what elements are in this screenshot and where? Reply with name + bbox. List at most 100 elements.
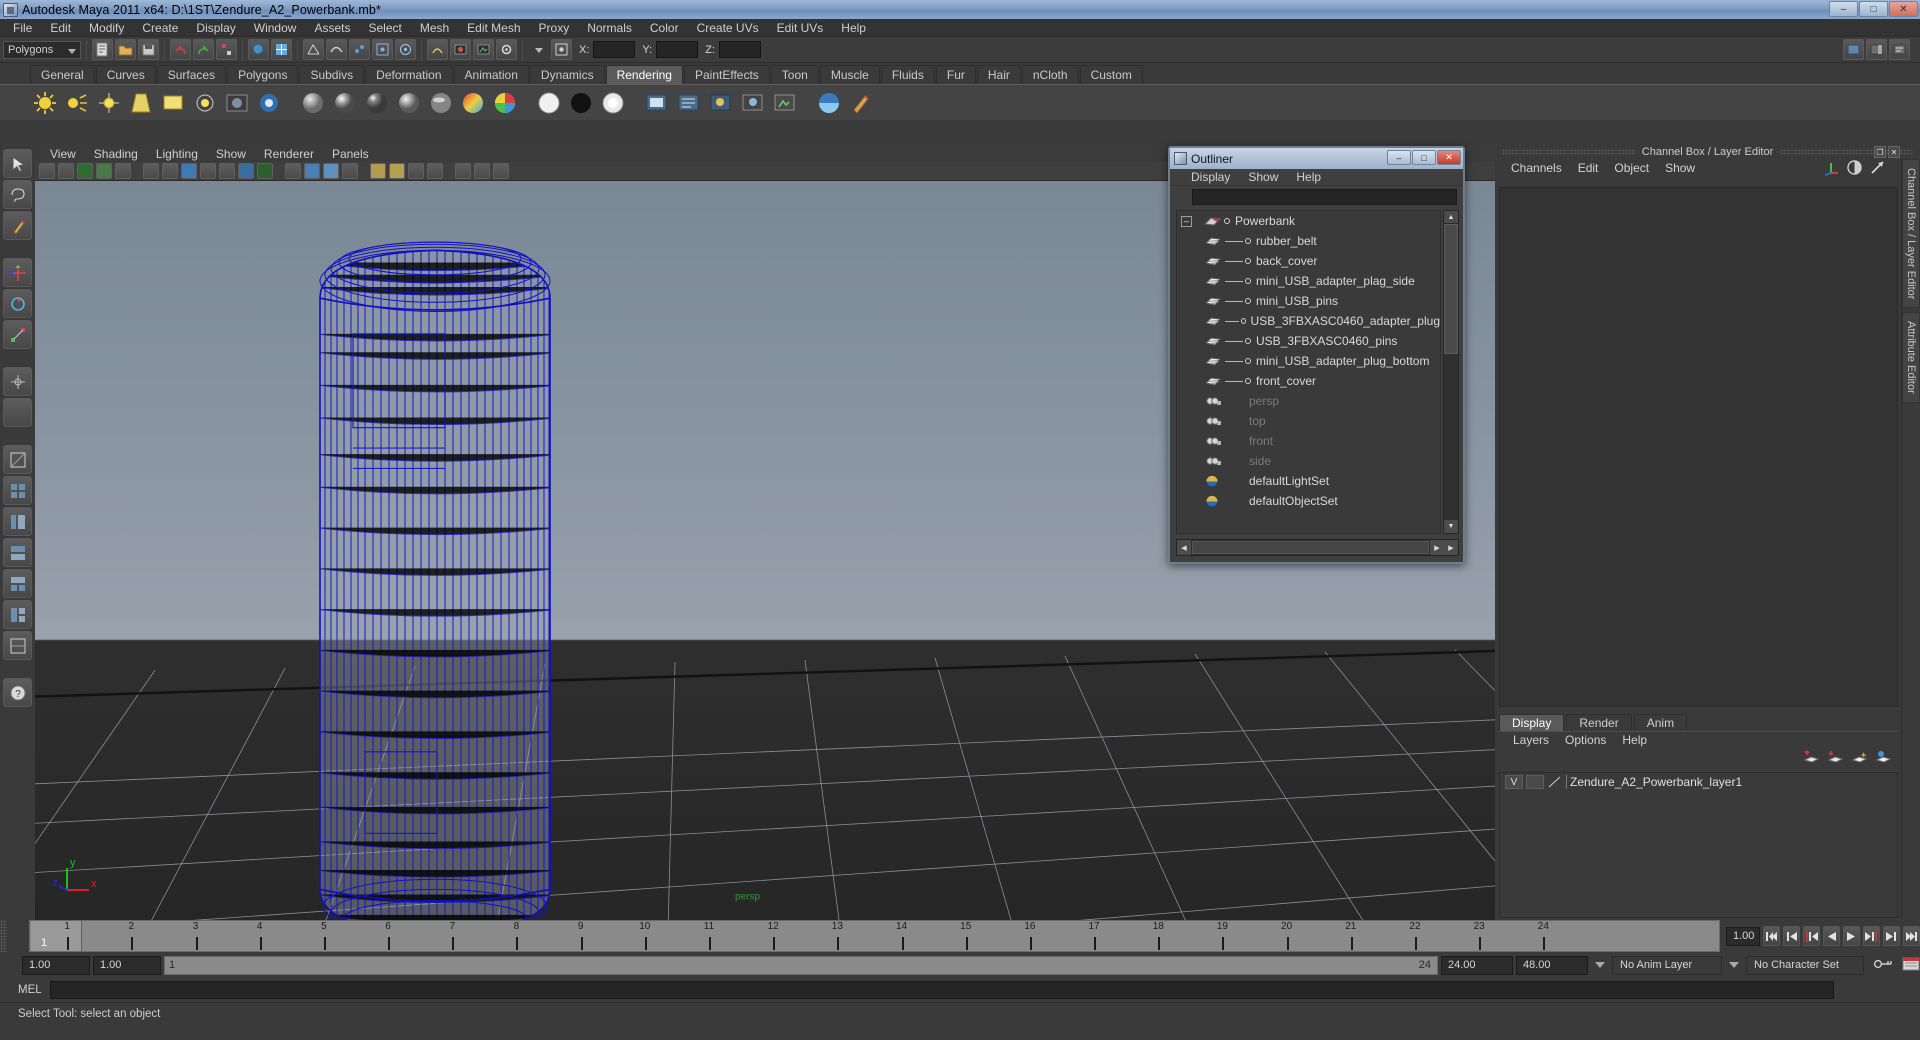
menu-edit-uvs[interactable]: Edit UVs bbox=[768, 20, 833, 36]
snap-to-grid-icon[interactable] bbox=[303, 39, 324, 60]
play-backwards-button[interactable] bbox=[1823, 926, 1840, 946]
menu-create[interactable]: Create bbox=[133, 20, 187, 36]
maximize-button[interactable]: □ bbox=[1859, 1, 1888, 17]
two-sided-lighting-icon[interactable] bbox=[408, 163, 424, 179]
outliner-item-usb-adapter-plug[interactable]: USB_3FBXASC0460_adapter_plug bbox=[1177, 311, 1440, 331]
manipulator-mode-icon[interactable] bbox=[1823, 159, 1840, 179]
spot-light-icon[interactable] bbox=[128, 90, 154, 116]
range-end-field[interactable]: 48.00 bbox=[1516, 955, 1588, 975]
resolution-gate-icon[interactable] bbox=[181, 163, 197, 179]
time-slider-grip[interactable] bbox=[0, 920, 7, 952]
y-coord-field[interactable] bbox=[656, 41, 699, 58]
outliner-horizontal-scrollbar[interactable]: ◀ ▶ ▶ bbox=[1176, 539, 1459, 556]
outliner-persp-layout-icon[interactable] bbox=[3, 507, 32, 536]
channel-box-menu-show[interactable]: Show bbox=[1657, 161, 1703, 175]
open-scene-icon[interactable] bbox=[115, 39, 136, 60]
scroll-right-arrow-2-icon[interactable]: ▶ bbox=[1444, 540, 1458, 555]
selection-mask-icon[interactable] bbox=[551, 39, 572, 60]
ipr-render-icon[interactable] bbox=[473, 39, 494, 60]
film-gate-icon[interactable] bbox=[162, 163, 178, 179]
show-manipulator-tool-icon[interactable] bbox=[3, 367, 32, 396]
anisotropic-material-icon[interactable] bbox=[428, 90, 454, 116]
shelf-tab-rendering[interactable]: Rendering bbox=[605, 65, 683, 84]
outliner-item-powerbank[interactable]: – Powerbank bbox=[1177, 211, 1440, 231]
shelf-tab-dynamics[interactable]: Dynamics bbox=[529, 65, 605, 84]
mental-ray-icon[interactable] bbox=[256, 90, 282, 116]
panel-float-button[interactable]: ❐ bbox=[1874, 146, 1886, 158]
main-menu-bar[interactable]: File Edit Modify Create Display Window A… bbox=[0, 19, 1920, 37]
playback-controls[interactable]: 1.00 bbox=[1720, 920, 1920, 952]
step-back-button[interactable] bbox=[1783, 926, 1800, 946]
directional-light-icon[interactable] bbox=[64, 90, 90, 116]
viewport-menu-lighting[interactable]: Lighting bbox=[147, 147, 207, 161]
shelf-tab-ncloth[interactable]: nCloth bbox=[1021, 65, 1079, 84]
shelf-tab-polygons[interactable]: Polygons bbox=[227, 65, 299, 84]
save-scene-icon[interactable] bbox=[138, 39, 159, 60]
four-view-layout-icon[interactable] bbox=[3, 476, 32, 505]
go-to-start-button[interactable] bbox=[1763, 926, 1780, 946]
outliner-search-input[interactable] bbox=[1192, 189, 1457, 205]
undo-icon[interactable] bbox=[170, 39, 191, 60]
layer-name[interactable]: Zendure_A2_Powerbank_layer1 bbox=[1570, 775, 1742, 789]
outliner-item-back-cover[interactable]: back_cover bbox=[1177, 251, 1440, 271]
viewport-menu-view[interactable]: View bbox=[41, 147, 85, 161]
layer-editor-menu-bar[interactable]: Layers Options Help bbox=[1499, 731, 1898, 748]
panel-grip[interactable] bbox=[1502, 149, 1635, 155]
ramp-shader-icon[interactable] bbox=[460, 90, 486, 116]
color-picker-icon[interactable] bbox=[492, 90, 518, 116]
previous-key-button[interactable] bbox=[1803, 926, 1820, 946]
viewport-menu-panels[interactable]: Panels bbox=[323, 147, 378, 161]
render-globals-icon[interactable] bbox=[740, 90, 766, 116]
shelf-tab-toon[interactable]: Toon bbox=[770, 65, 819, 84]
lasso-tool-icon[interactable] bbox=[3, 180, 32, 209]
shelf-tab-custom[interactable]: Custom bbox=[1079, 65, 1143, 84]
shelf-tab-fur[interactable]: Fur bbox=[935, 65, 976, 84]
panel-close-button[interactable]: ✕ bbox=[1888, 146, 1900, 158]
go-to-end-button[interactable] bbox=[1903, 926, 1920, 946]
shelf-tab-deformation[interactable]: Deformation bbox=[365, 65, 453, 84]
step-forward-button[interactable] bbox=[1883, 926, 1900, 946]
show-hide-sidebar-icon[interactable] bbox=[1843, 39, 1864, 60]
shelf-tab-animation[interactable]: Animation bbox=[453, 65, 529, 84]
menu-mesh[interactable]: Mesh bbox=[411, 20, 458, 36]
outliner-item-persp[interactable]: persp bbox=[1177, 391, 1440, 411]
gate-mask-icon[interactable] bbox=[200, 163, 216, 179]
shelf-icon-bar[interactable] bbox=[0, 84, 1920, 120]
menu-file[interactable]: File bbox=[4, 20, 41, 36]
layer-menu-help[interactable]: Help bbox=[1614, 733, 1655, 747]
select-camera-icon[interactable] bbox=[39, 163, 55, 179]
xray-joints-icon[interactable] bbox=[474, 163, 490, 179]
x-coord-field[interactable] bbox=[593, 41, 636, 58]
animation-end-field[interactable]: 24.00 bbox=[1441, 955, 1513, 975]
shelf-tab-fluids[interactable]: Fluids bbox=[880, 65, 935, 84]
outliner-maximize-button[interactable]: □ bbox=[1412, 150, 1436, 165]
move-layer-down-icon[interactable] bbox=[1827, 750, 1844, 768]
use-background-icon[interactable] bbox=[568, 90, 594, 116]
field-chart-icon[interactable] bbox=[219, 163, 235, 179]
menu-normals[interactable]: Normals bbox=[578, 20, 641, 36]
volume-light-icon[interactable] bbox=[192, 90, 218, 116]
menu-edit[interactable]: Edit bbox=[41, 20, 80, 36]
outliner-item-top[interactable]: top bbox=[1177, 411, 1440, 431]
menu-proxy[interactable]: Proxy bbox=[530, 20, 579, 36]
paint-selection-tool-icon[interactable] bbox=[3, 211, 32, 240]
outliner-minimize-button[interactable]: – bbox=[1387, 150, 1411, 165]
lambert-material-icon[interactable] bbox=[300, 90, 326, 116]
outliner-item-mini-usb-pins[interactable]: mini_USB_pins bbox=[1177, 291, 1440, 311]
channel-speed-icon[interactable] bbox=[1846, 159, 1863, 179]
render-view-icon[interactable] bbox=[224, 90, 250, 116]
tab-anim[interactable]: Anim bbox=[1633, 714, 1688, 731]
layer-editor-toolbar[interactable] bbox=[1499, 748, 1898, 770]
xray-icon[interactable] bbox=[455, 163, 471, 179]
hardware-texturing-icon[interactable] bbox=[370, 163, 386, 179]
phong-material-icon[interactable] bbox=[364, 90, 390, 116]
layer-visibility-toggle[interactable]: V bbox=[1505, 775, 1523, 789]
outliner-window-controls[interactable]: – □ ✕ bbox=[1387, 150, 1461, 165]
z-coord-field[interactable] bbox=[718, 41, 761, 58]
shelf-tab-muscle[interactable]: Muscle bbox=[819, 65, 880, 84]
channel-box-menu-bar[interactable]: Channels Edit Object Show bbox=[1495, 159, 1920, 177]
snap-to-point-icon[interactable] bbox=[349, 39, 370, 60]
menu-edit-mesh[interactable]: Edit Mesh bbox=[458, 20, 529, 36]
outliner-item-front-cover[interactable]: front_cover bbox=[1177, 371, 1440, 391]
tool-box[interactable]: ? bbox=[0, 145, 35, 920]
